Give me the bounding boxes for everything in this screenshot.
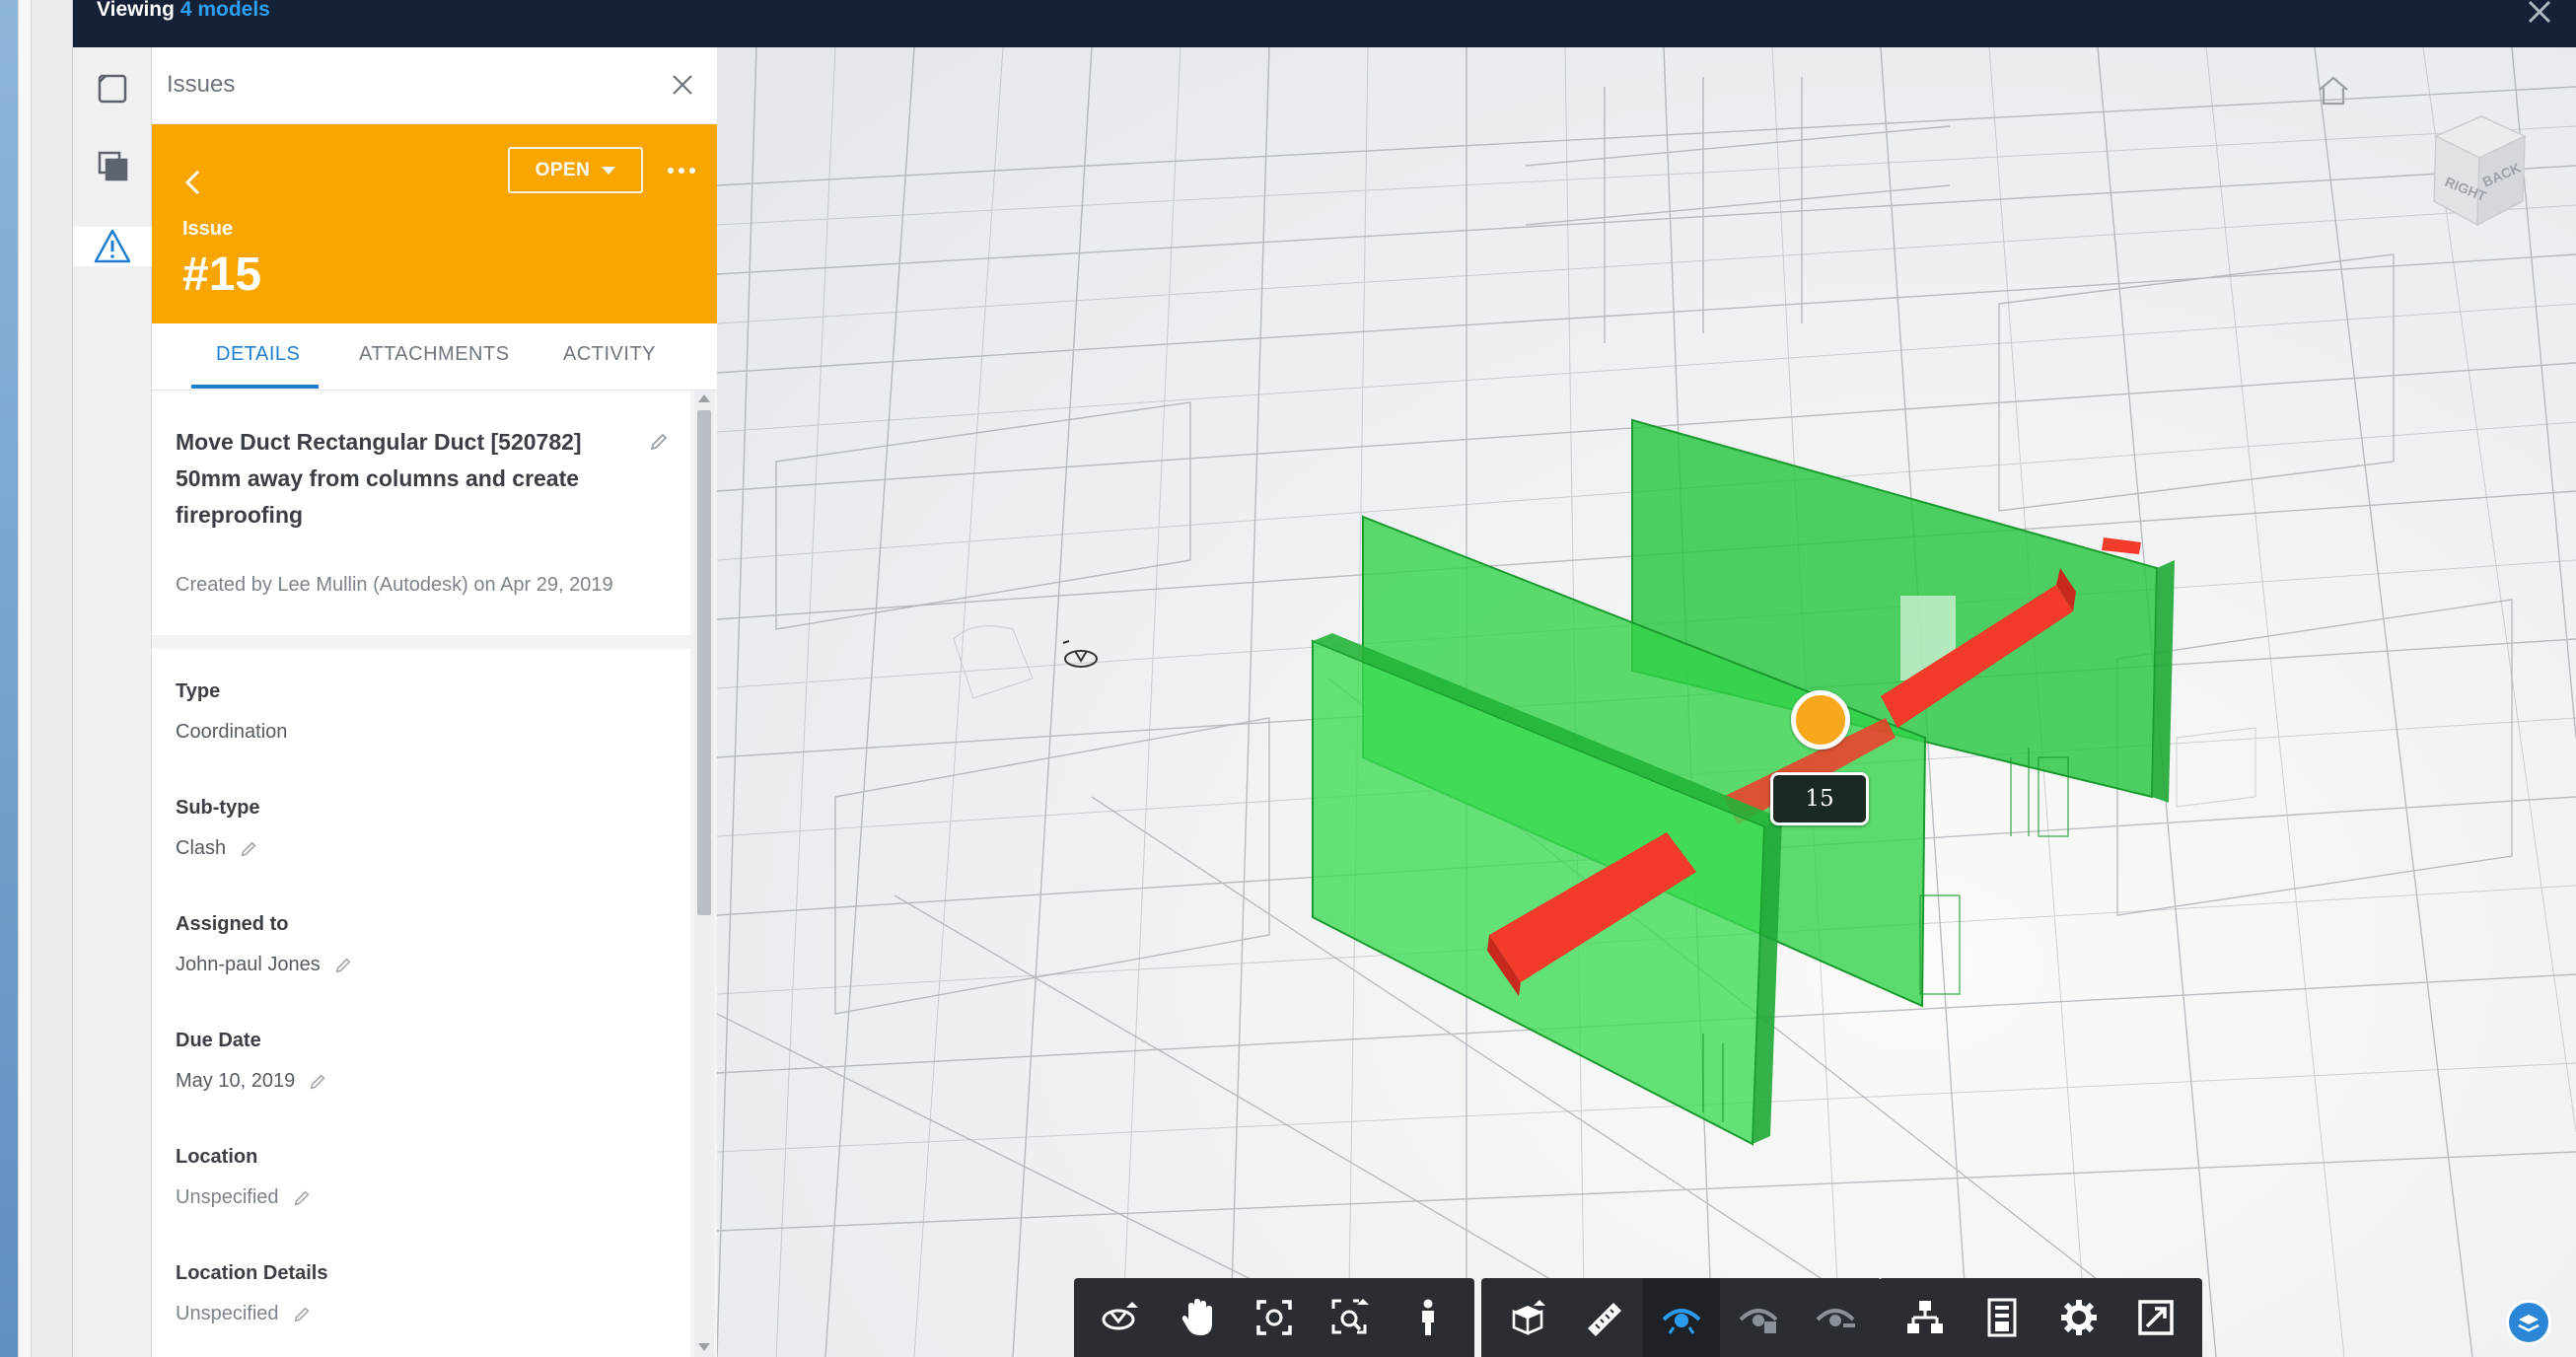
issue-fields: Type Coordination Sub-type Clash Assigne… [152, 649, 690, 1357]
settings-gear-icon[interactable] [2040, 1278, 2117, 1357]
model-square-icon[interactable] [93, 69, 132, 108]
more-options-icon[interactable] [662, 156, 701, 185]
subtype-value: Clash [176, 837, 227, 859]
desktop-edge [0, 0, 73, 1357]
status-dropdown[interactable]: OPEN [508, 147, 643, 193]
created-by-text: Created by Lee Mullin (Autodesk) on Apr … [176, 574, 613, 596]
field-value[interactable]: Unspecified [176, 1303, 327, 1325]
properties-icon[interactable] [1964, 1278, 2040, 1357]
field-location-details[interactable]: Location Details Unspecified [176, 1262, 327, 1325]
field-label: Location Details [176, 1262, 328, 1284]
model-viewport[interactable]: 15 RIGHT BACK [717, 47, 2576, 1357]
chevron-down-icon [602, 166, 616, 175]
viewcube[interactable]: RIGHT BACK [2416, 107, 2535, 245]
scrollbar[interactable] [694, 391, 714, 1357]
edit-pencil-icon[interactable] [649, 432, 669, 457]
isolate-icon[interactable] [1797, 1278, 1874, 1357]
field-subtype[interactable]: Sub-type Clash [176, 797, 260, 860]
details-scroll-area[interactable]: Move Duct Rectangular Duct [520782] 50mm… [152, 391, 717, 1357]
issue-description-card: Move Duct Rectangular Duct [520782] 50mm… [152, 391, 690, 635]
field-value[interactable]: Unspecified [176, 1186, 311, 1209]
issue-tabs: DETAILS ATTACHMENTS ACTIVITY [152, 323, 717, 391]
tools-toolbar [1481, 1278, 1882, 1357]
close-icon[interactable] [2525, 0, 2554, 26]
background-window [0, 0, 18, 1357]
field-location[interactable]: Location Unspecified [176, 1146, 311, 1209]
title-bar: Viewing 4 models [73, 0, 2576, 47]
status-value: OPEN [535, 159, 591, 180]
field-label: Location [176, 1146, 258, 1168]
left-icon-rail [73, 47, 152, 1357]
panel-header: Issues [152, 47, 717, 124]
section-box-icon[interactable] [1489, 1278, 1566, 1357]
back-arrow-icon[interactable] [179, 166, 207, 199]
model-browser-eye-icon[interactable] [1643, 1278, 1720, 1357]
title-prefix: Viewing [97, 0, 175, 21]
hide-icon[interactable] [1720, 1278, 1797, 1357]
location-details-value: Unspecified [176, 1303, 279, 1324]
tab-activity[interactable]: ACTIVITY [563, 343, 656, 366]
field-type: Type Coordination [176, 680, 287, 744]
field-value[interactable]: John-paul Jones [176, 954, 352, 976]
location-value: Unspecified [176, 1186, 279, 1208]
navigation-toolbar [1074, 1278, 1474, 1357]
fullscreen-icon[interactable] [2117, 1278, 2194, 1357]
edit-pencil-icon[interactable] [309, 1073, 326, 1091]
field-label: Sub-type [176, 797, 260, 819]
tab-details[interactable]: DETAILS [216, 343, 300, 366]
field-assigned-to[interactable]: Assigned to John-paul Jones [176, 913, 352, 976]
models-count-link[interactable]: 4 models [180, 0, 270, 21]
window-border [18, 0, 32, 1357]
pan-hand-icon[interactable] [1159, 1278, 1236, 1357]
scroll-up-icon[interactable] [698, 394, 710, 402]
issue-pin[interactable] [1791, 690, 1850, 750]
field-value: Coordination [176, 721, 287, 744]
issue-pin-label[interactable]: 15 [1770, 772, 1869, 825]
fit-view-icon[interactable] [1236, 1278, 1313, 1357]
edit-pencil-icon[interactable] [240, 840, 257, 858]
field-value[interactable]: Clash [176, 837, 260, 860]
scroll-down-icon[interactable] [698, 1343, 710, 1351]
due-date-value: May 10, 2019 [176, 1070, 296, 1092]
issue-number: #15 [182, 249, 262, 301]
issue-description[interactable]: Move Duct Rectangular Duct [520782] 50mm… [176, 424, 600, 534]
structure-tree-icon[interactable] [1887, 1278, 1964, 1357]
settings-toolbar [1879, 1278, 2202, 1357]
layers-icon[interactable] [93, 146, 132, 185]
assignee-value: John-paul Jones [176, 954, 321, 975]
active-tab-indicator [191, 385, 319, 389]
field-due-date[interactable]: Due Date May 10, 2019 [176, 1030, 326, 1093]
help-layers-icon[interactable] [2506, 1300, 2551, 1345]
edit-pencil-icon[interactable] [293, 1306, 311, 1323]
issues-panel: Issues OPEN Issue #15 DETAILS ATTACHMENT… [152, 47, 717, 1357]
first-person-icon[interactable] [1390, 1278, 1467, 1357]
field-label: Assigned to [176, 913, 289, 935]
warning-triangle-icon[interactable] [73, 227, 152, 266]
edit-pencil-icon[interactable] [293, 1189, 311, 1207]
orbit-cursor-icon [1061, 639, 1101, 679]
field-label: Type [176, 680, 221, 702]
orbit-icon[interactable] [1082, 1278, 1159, 1357]
issue-kind-label: Issue [182, 218, 234, 240]
measure-ruler-icon[interactable] [1566, 1278, 1643, 1357]
field-label: Due Date [176, 1030, 261, 1051]
scrollbar-thumb[interactable] [697, 410, 711, 915]
field-value[interactable]: May 10, 2019 [176, 1070, 326, 1093]
tab-attachments[interactable]: ATTACHMENTS [359, 343, 510, 366]
panel-title: Issues [167, 71, 236, 98]
zoom-window-icon[interactable] [1313, 1278, 1390, 1357]
home-icon[interactable] [2314, 73, 2353, 108]
issue-header: OPEN Issue #15 [152, 124, 717, 323]
viewer-title: Viewing 4 models [97, 0, 270, 20]
wireframe-model [717, 47, 2576, 1357]
type-value: Coordination [176, 721, 288, 743]
close-panel-icon[interactable] [670, 72, 695, 98]
edit-pencil-icon[interactable] [334, 957, 352, 974]
